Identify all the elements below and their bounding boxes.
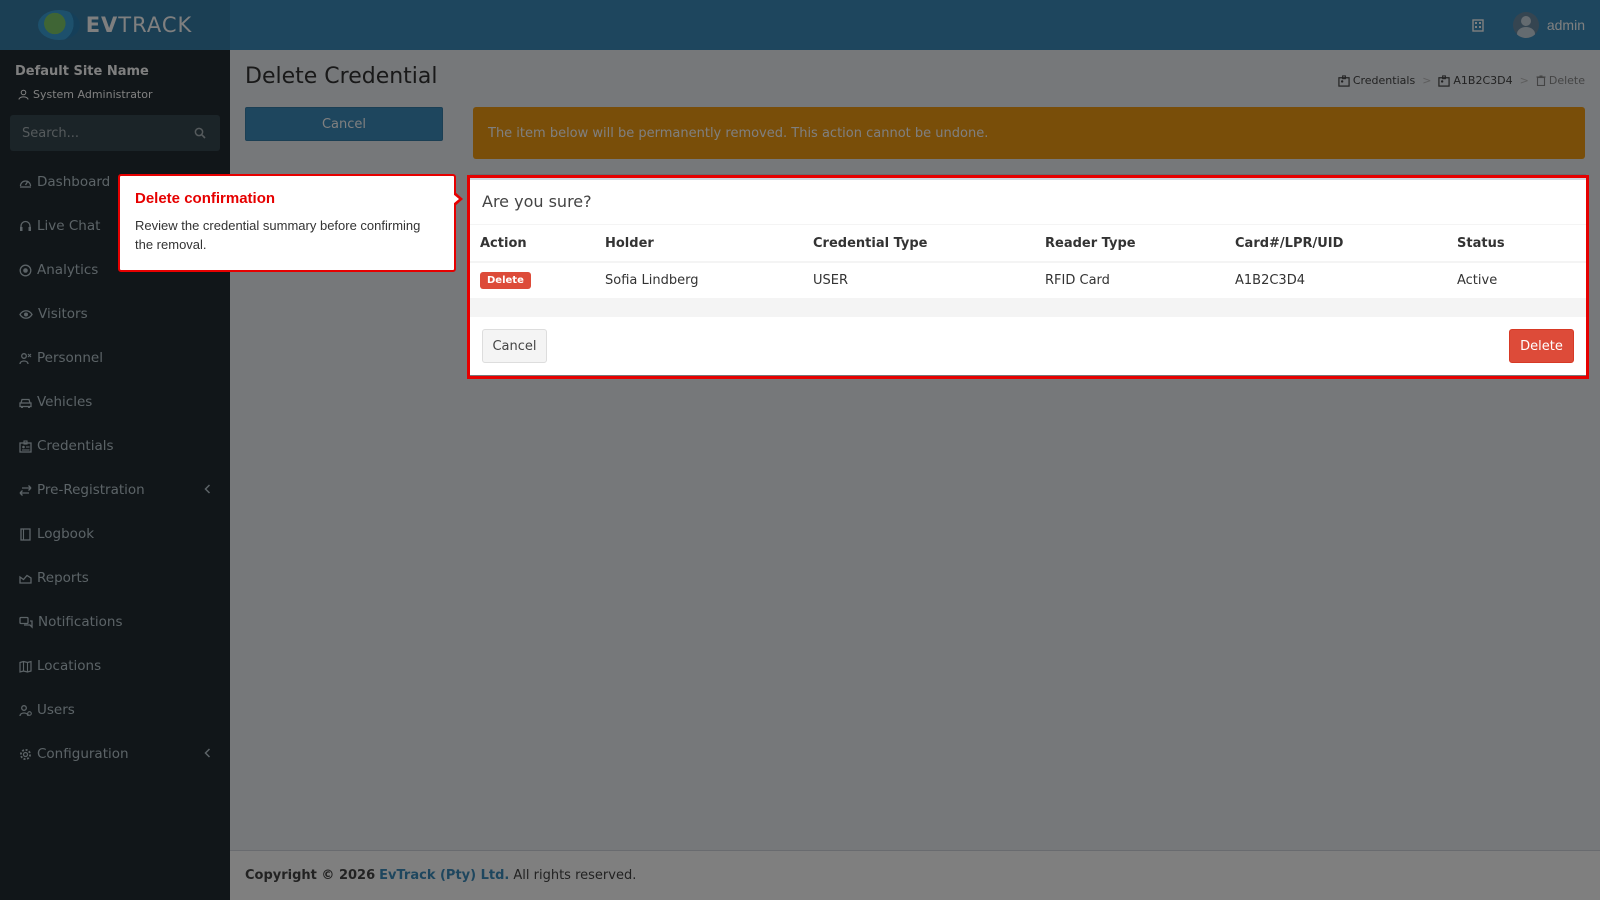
guide-tooltip: Delete confirmation Review the credentia… xyxy=(118,174,463,272)
tooltip-arrow xyxy=(453,192,463,206)
tooltip-text: Review the credential summary before con… xyxy=(135,218,421,252)
highlight-frame xyxy=(467,175,1589,379)
tooltip-title: Delete confirmation xyxy=(135,190,276,207)
dim-overlay xyxy=(0,0,1600,900)
